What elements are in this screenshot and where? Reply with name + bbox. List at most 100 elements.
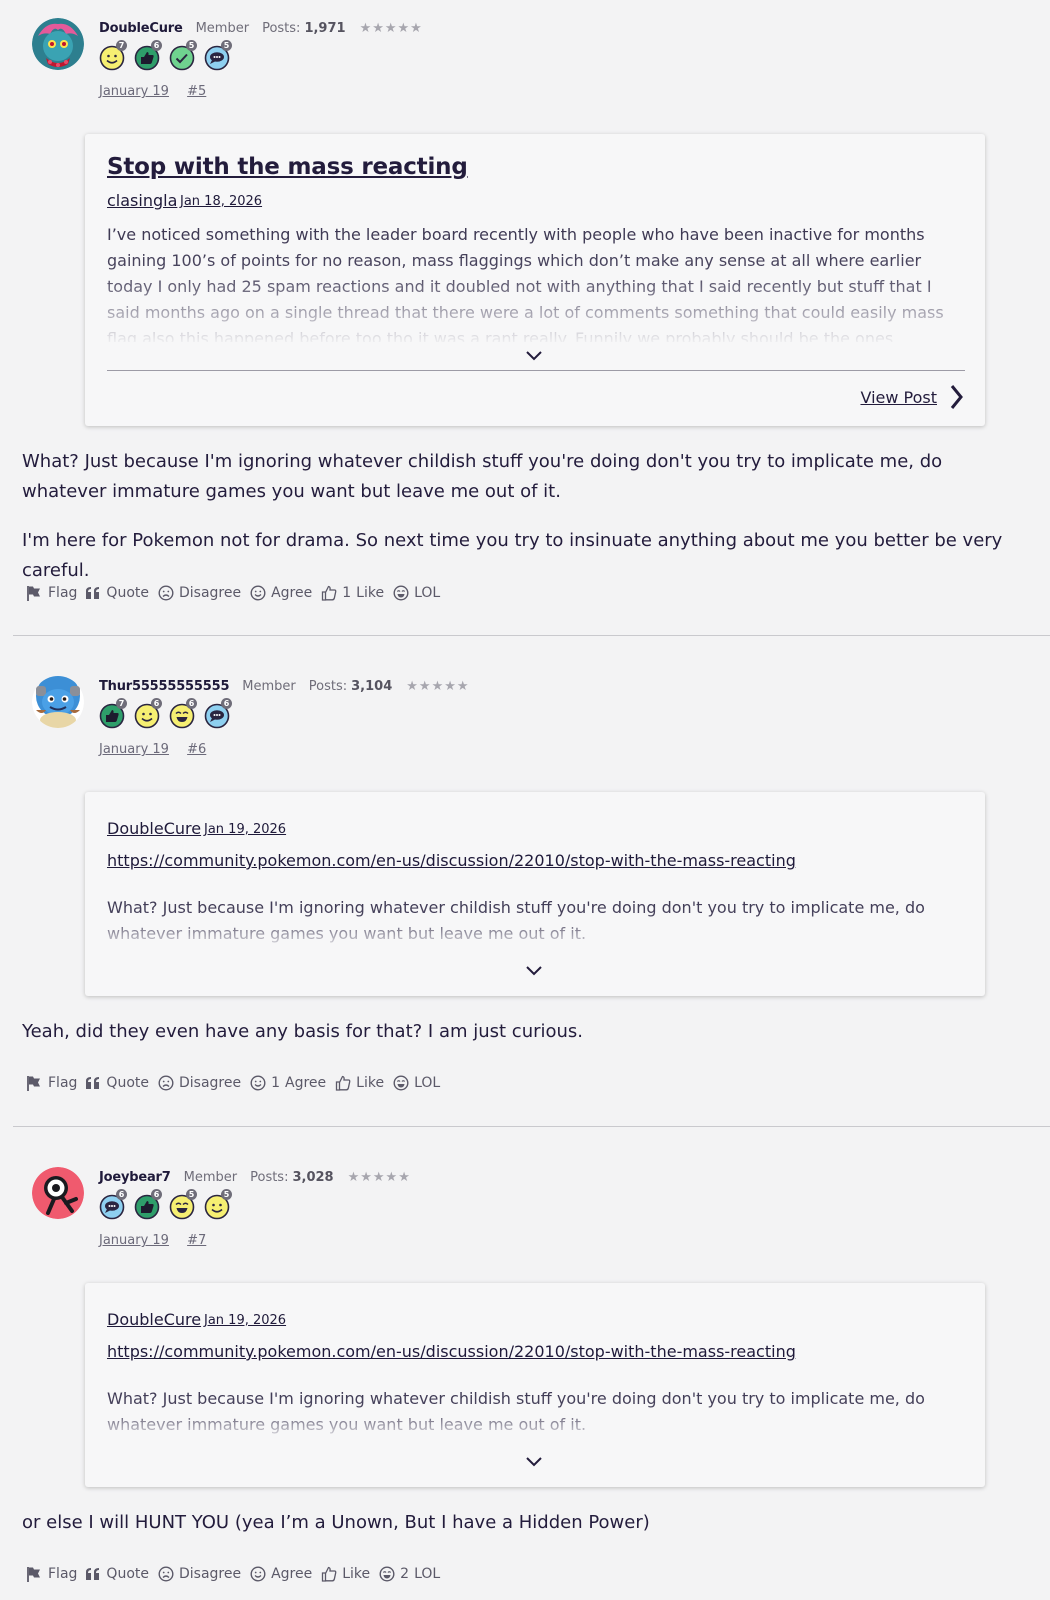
avatar-thur[interactable] bbox=[32, 676, 84, 728]
post-paragraph: or else I will HUNT YOU (yea I’m a Unown… bbox=[22, 1512, 650, 1533]
quote-icon bbox=[86, 1076, 100, 1089]
laugh-icon bbox=[393, 1075, 409, 1091]
smile-badge-icon[interactable]: 6 bbox=[134, 698, 162, 729]
quote-button[interactable]: Quote bbox=[86, 585, 149, 601]
laugh-badge-icon[interactable]: 5 bbox=[169, 1189, 197, 1220]
disagree-button[interactable]: Disagree bbox=[158, 585, 241, 601]
like-button[interactable]: 1 Like bbox=[321, 585, 384, 601]
quoted-source-link[interactable]: https://community.pokemon.com/en-us/disc… bbox=[107, 1342, 796, 1361]
reaction-bar: Flag Quote Disagree 1 Agree Like LOL bbox=[26, 1075, 449, 1091]
flag-button[interactable]: Flag bbox=[26, 1075, 77, 1091]
agree-button[interactable]: 1 Agree bbox=[250, 1075, 326, 1091]
post-paragraph: What? Just because I'm ignoring whatever… bbox=[22, 451, 943, 502]
smile-badge-icon[interactable]: 7 bbox=[99, 40, 127, 71]
thumbs-up-icon bbox=[336, 1075, 351, 1091]
chevron-right-icon bbox=[950, 385, 963, 409]
view-post-label[interactable]: View Post bbox=[860, 388, 937, 407]
laugh-icon bbox=[379, 1566, 395, 1582]
user-role: Member bbox=[195, 21, 250, 36]
post-date-link[interactable]: January 19 bbox=[99, 742, 169, 757]
thumbs-up-badge-icon[interactable]: 6 bbox=[134, 1189, 162, 1220]
lol-button[interactable]: 2 LOL bbox=[379, 1566, 440, 1582]
quoted-date-link[interactable]: Jan 19, 2026 bbox=[204, 1313, 286, 1328]
expand-chevron-icon[interactable] bbox=[524, 964, 544, 976]
quote-button[interactable]: Quote bbox=[86, 1566, 149, 1582]
quoted-date-link[interactable]: Jan 19, 2026 bbox=[204, 822, 286, 837]
posts-count: 1,971 bbox=[304, 21, 346, 36]
flag-button[interactable]: Flag bbox=[26, 585, 77, 601]
user-role: Member bbox=[242, 679, 296, 694]
posts-label: Posts: bbox=[308, 679, 348, 694]
embedded-discussion-card: Stop with the mass reacting clasingla Ja… bbox=[85, 134, 985, 426]
agree-button[interactable]: Agree bbox=[250, 1566, 312, 1582]
reaction-bar: Flag Quote Disagree Agree Like 2 LOL bbox=[26, 1566, 449, 1582]
view-post-link[interactable]: View Post bbox=[860, 384, 963, 410]
quoted-source-link[interactable]: https://community.pokemon.com/en-us/disc… bbox=[107, 851, 796, 870]
smile-icon bbox=[250, 1075, 266, 1091]
avatar-joeybear7[interactable] bbox=[32, 1167, 84, 1219]
quoted-discussion-title[interactable]: Stop with the mass reacting bbox=[107, 154, 468, 180]
chat-badge-icon[interactable]: 5 bbox=[204, 40, 232, 71]
flag-icon bbox=[27, 586, 40, 601]
post-number-link[interactable]: #5 bbox=[187, 84, 206, 99]
post-number-link[interactable]: #6 bbox=[187, 742, 206, 757]
post-number-link[interactable]: #7 bbox=[187, 1233, 206, 1248]
quote-icon bbox=[86, 586, 100, 599]
thumbs-up-icon bbox=[322, 1566, 337, 1582]
username[interactable]: Thur55555555555 bbox=[99, 679, 229, 694]
quoted-post-card: DoubleCure Jan 19, 2026 https://communit… bbox=[85, 792, 985, 996]
quote-button[interactable]: Quote bbox=[86, 1075, 149, 1091]
like-button[interactable]: Like bbox=[335, 1075, 384, 1091]
rank-stars: ★★★★★ bbox=[359, 21, 423, 36]
smile-icon bbox=[250, 1566, 266, 1582]
chat-badge-icon[interactable]: 6 bbox=[204, 698, 232, 729]
like-button[interactable]: Like bbox=[321, 1566, 370, 1582]
badge-row: 7 6 5 5 bbox=[99, 40, 232, 71]
frown-icon bbox=[158, 585, 174, 601]
badge-row: 7 6 6 6 bbox=[99, 698, 232, 729]
agree-button[interactable]: Agree bbox=[250, 585, 312, 601]
quoted-body-text: What? Just because I'm ignoring whatever… bbox=[107, 898, 925, 943]
post-date-link[interactable]: January 19 bbox=[99, 84, 169, 99]
expand-chevron-icon[interactable] bbox=[524, 349, 544, 361]
quoted-author-link[interactable]: DoubleCure bbox=[107, 1310, 201, 1329]
laugh-icon bbox=[393, 585, 409, 601]
post-body: Yeah, did they even have any basis for t… bbox=[22, 1017, 1032, 1066]
post-body: What? Just because I'm ignoring whatever… bbox=[22, 447, 1032, 605]
lol-button[interactable]: LOL bbox=[393, 1075, 440, 1091]
quoted-date-link[interactable]: Jan 18, 2026 bbox=[180, 194, 262, 209]
thumbs-up-badge-icon[interactable]: 7 bbox=[99, 698, 127, 729]
card-divider bbox=[107, 370, 965, 371]
flag-icon bbox=[27, 1567, 40, 1582]
laugh-badge-icon[interactable]: 6 bbox=[169, 698, 197, 729]
quoted-post-card: DoubleCure Jan 19, 2026 https://communit… bbox=[85, 1283, 985, 1487]
posts-label: Posts: bbox=[262, 21, 301, 36]
reaction-bar: Flag Quote Disagree Agree 1 Like LOL bbox=[26, 585, 449, 601]
quoted-author-link[interactable]: clasingla bbox=[107, 191, 177, 210]
disagree-button[interactable]: Disagree bbox=[158, 1566, 241, 1582]
posts-count: 3,104 bbox=[351, 679, 393, 694]
flag-icon bbox=[27, 1076, 40, 1091]
user-role: Member bbox=[183, 1170, 238, 1185]
lol-button[interactable]: LOL bbox=[393, 585, 440, 601]
smile-badge-icon[interactable]: 5 bbox=[204, 1189, 232, 1220]
post-date-link[interactable]: January 19 bbox=[99, 1233, 169, 1248]
flag-button[interactable]: Flag bbox=[26, 1566, 77, 1582]
check-badge-icon[interactable]: 5 bbox=[169, 40, 197, 71]
post-separator bbox=[13, 1126, 1050, 1127]
frown-icon bbox=[158, 1566, 174, 1582]
posts-label: Posts: bbox=[250, 1170, 289, 1185]
rank-stars: ★★★★★ bbox=[347, 1170, 411, 1185]
avatar-doublecure[interactable] bbox=[32, 18, 84, 70]
rank-stars: ★★★★★ bbox=[406, 679, 470, 694]
username[interactable]: Joeybear7 bbox=[99, 1170, 171, 1185]
quote-icon bbox=[86, 1567, 100, 1580]
quoted-body-text: What? Just because I'm ignoring whatever… bbox=[107, 1389, 925, 1434]
expand-chevron-icon[interactable] bbox=[524, 1455, 544, 1467]
chat-badge-icon[interactable]: 6 bbox=[99, 1189, 127, 1220]
username[interactable]: DoubleCure bbox=[99, 21, 183, 36]
disagree-button[interactable]: Disagree bbox=[158, 1075, 241, 1091]
thumbs-up-badge-icon[interactable]: 6 bbox=[134, 40, 162, 71]
post-body: or else I will HUNT YOU (yea I’m a Unown… bbox=[22, 1508, 1032, 1557]
quoted-author-link[interactable]: DoubleCure bbox=[107, 819, 201, 838]
